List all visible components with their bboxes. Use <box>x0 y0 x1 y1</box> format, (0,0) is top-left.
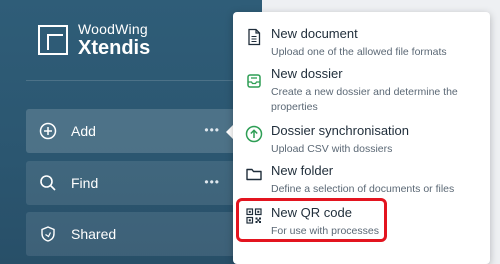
menu-item-new-folder[interactable]: New folder Define a selection of documen… <box>233 163 490 197</box>
brand-line2: Xtendis <box>78 37 151 59</box>
shared-label: Shared <box>71 226 117 242</box>
shared-button[interactable]: Shared <box>26 212 236 256</box>
add-label: Add <box>71 123 96 139</box>
add-button[interactable]: Add ••• <box>26 109 236 153</box>
menu-item-new-qr-code[interactable]: New QR code For use with processes <box>233 205 490 239</box>
qr-code-icon <box>245 207 263 225</box>
folder-icon <box>245 165 263 183</box>
logo-mark-icon <box>38 25 68 55</box>
find-more-icon[interactable]: ••• <box>204 175 220 189</box>
menu-item-title: New dossier <box>271 66 343 81</box>
menu-item-dossier-synchronisation[interactable]: Dossier synchronisation Upload CSV with … <box>233 123 490 157</box>
find-button[interactable]: Find ••• <box>26 161 236 205</box>
add-menu: New document Upload one of the allowed f… <box>233 12 490 264</box>
search-icon <box>39 174 57 192</box>
logo: WoodWing Xtendis <box>38 22 150 58</box>
sidebar: WoodWing Xtendis Add ••• Find ••• Shared <box>0 0 262 264</box>
dossier-icon <box>245 72 263 90</box>
plus-circle-icon <box>39 122 57 140</box>
find-label: Find <box>71 175 99 191</box>
menu-item-title: New folder <box>271 163 334 178</box>
sync-upload-icon <box>245 125 263 143</box>
menu-item-title: Dossier synchronisation <box>271 123 410 138</box>
menu-item-desc: For use with processes <box>271 225 379 237</box>
logo-text: WoodWing Xtendis <box>78 22 150 58</box>
add-more-icon[interactable]: ••• <box>204 123 220 137</box>
menu-item-title: New QR code <box>271 205 352 220</box>
brand-line1: WoodWing <box>78 21 148 37</box>
menu-item-new-document[interactable]: New document Upload one of the allowed f… <box>233 26 490 60</box>
menu-item-desc: Define a selection of documents or files <box>271 183 455 195</box>
shield-icon <box>39 225 57 243</box>
menu-item-new-dossier[interactable]: New dossier Create a new dossier and det… <box>233 66 490 114</box>
menu-item-desc: Upload CSV with dossiers <box>271 143 393 155</box>
document-icon <box>245 28 263 46</box>
menu-item-desc: Upload one of the allowed file formats <box>271 46 447 58</box>
sidebar-divider <box>26 80 236 81</box>
menu-item-title: New document <box>271 26 358 41</box>
menu-item-desc: Create a new dossier and determine the p… <box>271 86 458 113</box>
